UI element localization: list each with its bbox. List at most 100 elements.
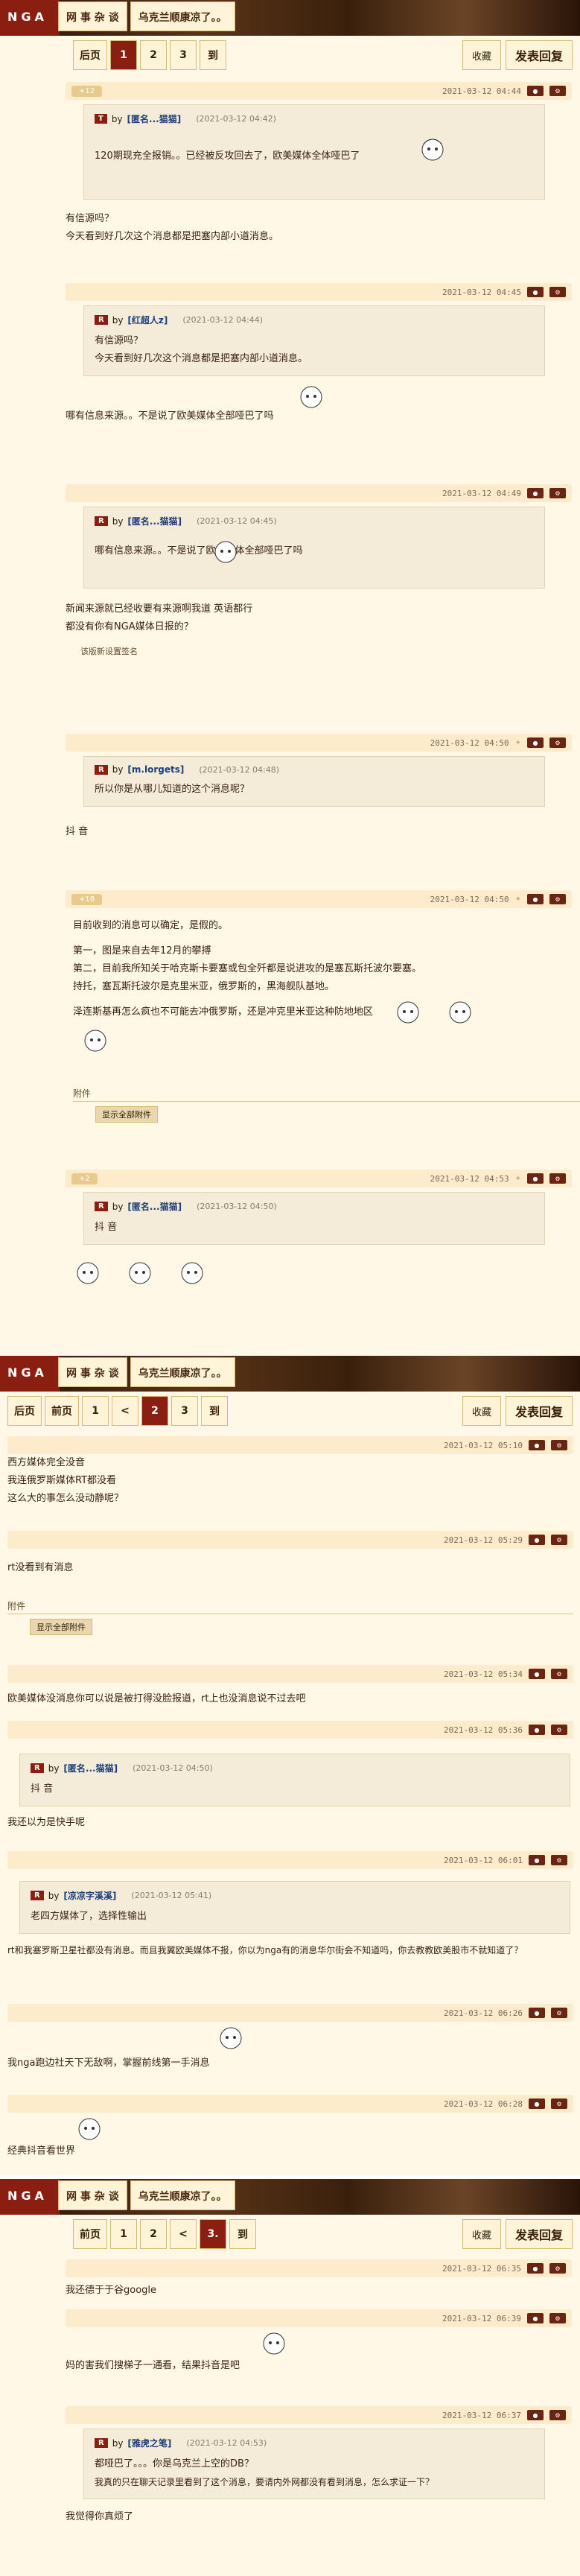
reply-icon[interactable]: ● <box>527 2410 544 2420</box>
quote-user[interactable]: [匿名...猫猫] <box>127 515 182 527</box>
reply-icon[interactable]: ● <box>529 1855 545 1865</box>
gear-icon[interactable]: ⚙ <box>551 1855 567 1865</box>
breadcrumb-thread[interactable]: 乌克兰顺康凉了。。 <box>130 1 235 31</box>
vote-badge[interactable]: +18 <box>71 893 103 905</box>
nga-logo[interactable]: NGA <box>0 2179 60 2215</box>
reply-icon[interactable]: ● <box>529 1440 545 1450</box>
gear-icon[interactable]: ⚙ <box>549 1173 566 1184</box>
quote-user[interactable]: [匿名...猫猫] <box>63 1762 118 1774</box>
quote-user[interactable]: [m.lorgets] <box>127 764 184 775</box>
reply-button[interactable]: 发表回复 <box>505 1396 573 1426</box>
page-next-button[interactable]: 后页 <box>7 1396 42 1426</box>
page-prev-button[interactable]: 前页 <box>45 1396 79 1426</box>
page-3-button[interactable]: 3 <box>170 40 197 70</box>
gear-icon[interactable]: ⚙ <box>551 1669 567 1679</box>
favorite-button[interactable]: 收藏 <box>462 2219 501 2249</box>
post-timestamp: 2021-03-12 04:50 <box>430 737 509 748</box>
quote-user[interactable]: [雅虎之笔] <box>127 2437 171 2449</box>
reply-icon[interactable]: ● <box>529 1535 545 1545</box>
gear-icon[interactable]: ⚙ <box>549 2410 566 2420</box>
quote-text: 抖 音 <box>31 1783 54 1795</box>
page-prev-button[interactable]: 前页 <box>73 2219 107 2249</box>
reply-icon[interactable]: ● <box>529 2008 545 2018</box>
page-next-button[interactable]: 后页 <box>73 40 107 70</box>
breadcrumb-thread[interactable]: 乌克兰顺康凉了。。 <box>130 1357 235 1387</box>
favorite-button[interactable]: 收藏 <box>462 40 501 70</box>
post-text: 妈的害我们搜梯子一通看，结果抖音是吧 <box>66 2360 240 2371</box>
reply-icon[interactable]: ● <box>527 287 544 297</box>
gear-icon[interactable]: ⚙ <box>549 488 566 498</box>
page-1-button[interactable]: 1 <box>110 2219 137 2249</box>
gear-icon[interactable]: ⚙ <box>551 1535 567 1545</box>
reply-icon[interactable]: ● <box>527 894 544 904</box>
breadcrumb-forum[interactable]: 网 事 杂 谈 <box>58 1 127 31</box>
post-text: 我还德于于谷google <box>66 2285 157 2296</box>
vote-badge[interactable]: +2 <box>71 1173 98 1184</box>
reply-icon[interactable]: ● <box>529 1669 545 1679</box>
show-attachments-button[interactable]: 显示全部附件 <box>95 1106 158 1123</box>
page-2-button[interactable]: 2 <box>141 1396 168 1426</box>
quote-timestamp: (2021-03-12 05:41) <box>131 1891 212 1900</box>
breadcrumb-thread[interactable]: 乌克兰顺康凉了。。 <box>130 2180 235 2210</box>
page-1-button[interactable]: 1 <box>82 1396 109 1426</box>
reply-button[interactable]: 发表回复 <box>505 40 573 70</box>
page-3-button[interactable]: 3 <box>171 1396 198 1426</box>
page-3-button[interactable]: 3. <box>200 2219 226 2249</box>
post-9: 2021-03-12 05:34 ● ⚙ 欧美媒体没消息你可以说是被打得没脸报道… <box>0 1665 580 1708</box>
reply-icon[interactable]: ● <box>527 2313 544 2323</box>
page-2-button[interactable]: 2 <box>140 40 167 70</box>
star-icon[interactable]: ✦ <box>515 739 521 747</box>
star-icon[interactable]: ✦ <box>515 895 521 904</box>
breadcrumb-forum[interactable]: 网 事 杂 谈 <box>58 1357 127 1387</box>
reply-icon[interactable]: ● <box>529 1725 545 1735</box>
page-goto-button[interactable]: 到 <box>201 1396 228 1426</box>
post-text: 第二，目前我所知关于哈克斯卡要塞或包全歼都是说进攻的是塞瓦斯托波尔要塞。 <box>73 963 422 974</box>
page-2-button[interactable]: 2 <box>140 2219 167 2249</box>
gear-icon[interactable]: ⚙ <box>549 2263 566 2274</box>
gear-icon[interactable]: ⚙ <box>549 894 566 904</box>
quote-user[interactable]: [凉凉字溪溪] <box>63 1889 116 1902</box>
gear-icon[interactable]: ⚙ <box>549 737 566 748</box>
anime-sticker-icon <box>66 1257 110 1291</box>
reply-button[interactable]: 发表回复 <box>505 2219 573 2249</box>
nga-logo[interactable]: NGA <box>0 1356 60 1392</box>
reply-icon[interactable]: ● <box>527 2263 544 2274</box>
page-prev-arrow-button[interactable]: < <box>112 1396 138 1426</box>
post-meta: 2021-03-12 06:26 ● ⚙ <box>7 2004 573 2022</box>
reply-icon[interactable]: ● <box>527 86 544 96</box>
quote-user[interactable]: [红超人z] <box>127 314 168 326</box>
reply-icon[interactable]: ● <box>527 1173 544 1184</box>
post-3: 2021-03-12 04:49 ● ⚙ Rby [匿名...猫猫] (2021-… <box>66 484 572 657</box>
star-icon[interactable]: ✦ <box>515 1175 521 1183</box>
gear-icon[interactable]: ⚙ <box>551 1725 567 1735</box>
quote-user[interactable]: [匿名...猫猫] <box>127 1200 182 1213</box>
page-goto-button[interactable]: 到 <box>229 2219 256 2249</box>
page-1-button[interactable]: 1 <box>110 40 137 70</box>
quote-user[interactable]: [匿名...猫猫] <box>127 112 182 125</box>
favorite-button[interactable]: 收藏 <box>462 1396 501 1426</box>
post-text: 我还以为是快手呢 <box>7 1817 86 1828</box>
breadcrumb-forum[interactable]: 网 事 杂 谈 <box>58 2180 127 2210</box>
page-goto-button[interactable]: 到 <box>200 40 226 70</box>
gear-icon[interactable]: ⚙ <box>551 2008 567 2018</box>
gear-icon[interactable]: ⚙ <box>551 2098 567 2109</box>
reply-icon[interactable]: ● <box>529 2098 545 2109</box>
gear-icon[interactable]: ⚙ <box>551 1440 567 1450</box>
show-attachments-button[interactable]: 显示全部附件 <box>30 1619 92 1635</box>
vote-badge[interactable]: +12 <box>71 85 103 97</box>
reply-icon[interactable]: ● <box>527 488 544 498</box>
page-prev-arrow-button[interactable]: < <box>170 2219 197 2249</box>
reply-badge-icon: R <box>95 764 108 775</box>
post-timestamp: 2021-03-12 06:28 <box>444 2098 523 2109</box>
header-bar: NGA 网 事 杂 谈 乌克兰顺康凉了。。 <box>0 2179 580 2215</box>
quote-text: 哪有信息来源。。不是说了欧美媒体全部哑巴了吗 <box>95 545 303 556</box>
gear-icon[interactable]: ⚙ <box>549 2313 566 2323</box>
post-text: 都没有你有NGA媒体日报的？ <box>66 621 194 632</box>
gear-icon[interactable]: ⚙ <box>549 86 566 96</box>
reply-icon[interactable]: ● <box>527 737 544 748</box>
post-timestamp: 2021-03-12 04:50 <box>430 894 509 904</box>
post-timestamp: 2021-03-12 06:01 <box>444 1855 523 1865</box>
quote-block: Rby [匿名...猫猫] (2021-03-12 04:50) 抖 音 <box>83 1192 545 1245</box>
nga-logo[interactable]: NGA <box>0 0 60 36</box>
gear-icon[interactable]: ⚙ <box>549 287 566 297</box>
